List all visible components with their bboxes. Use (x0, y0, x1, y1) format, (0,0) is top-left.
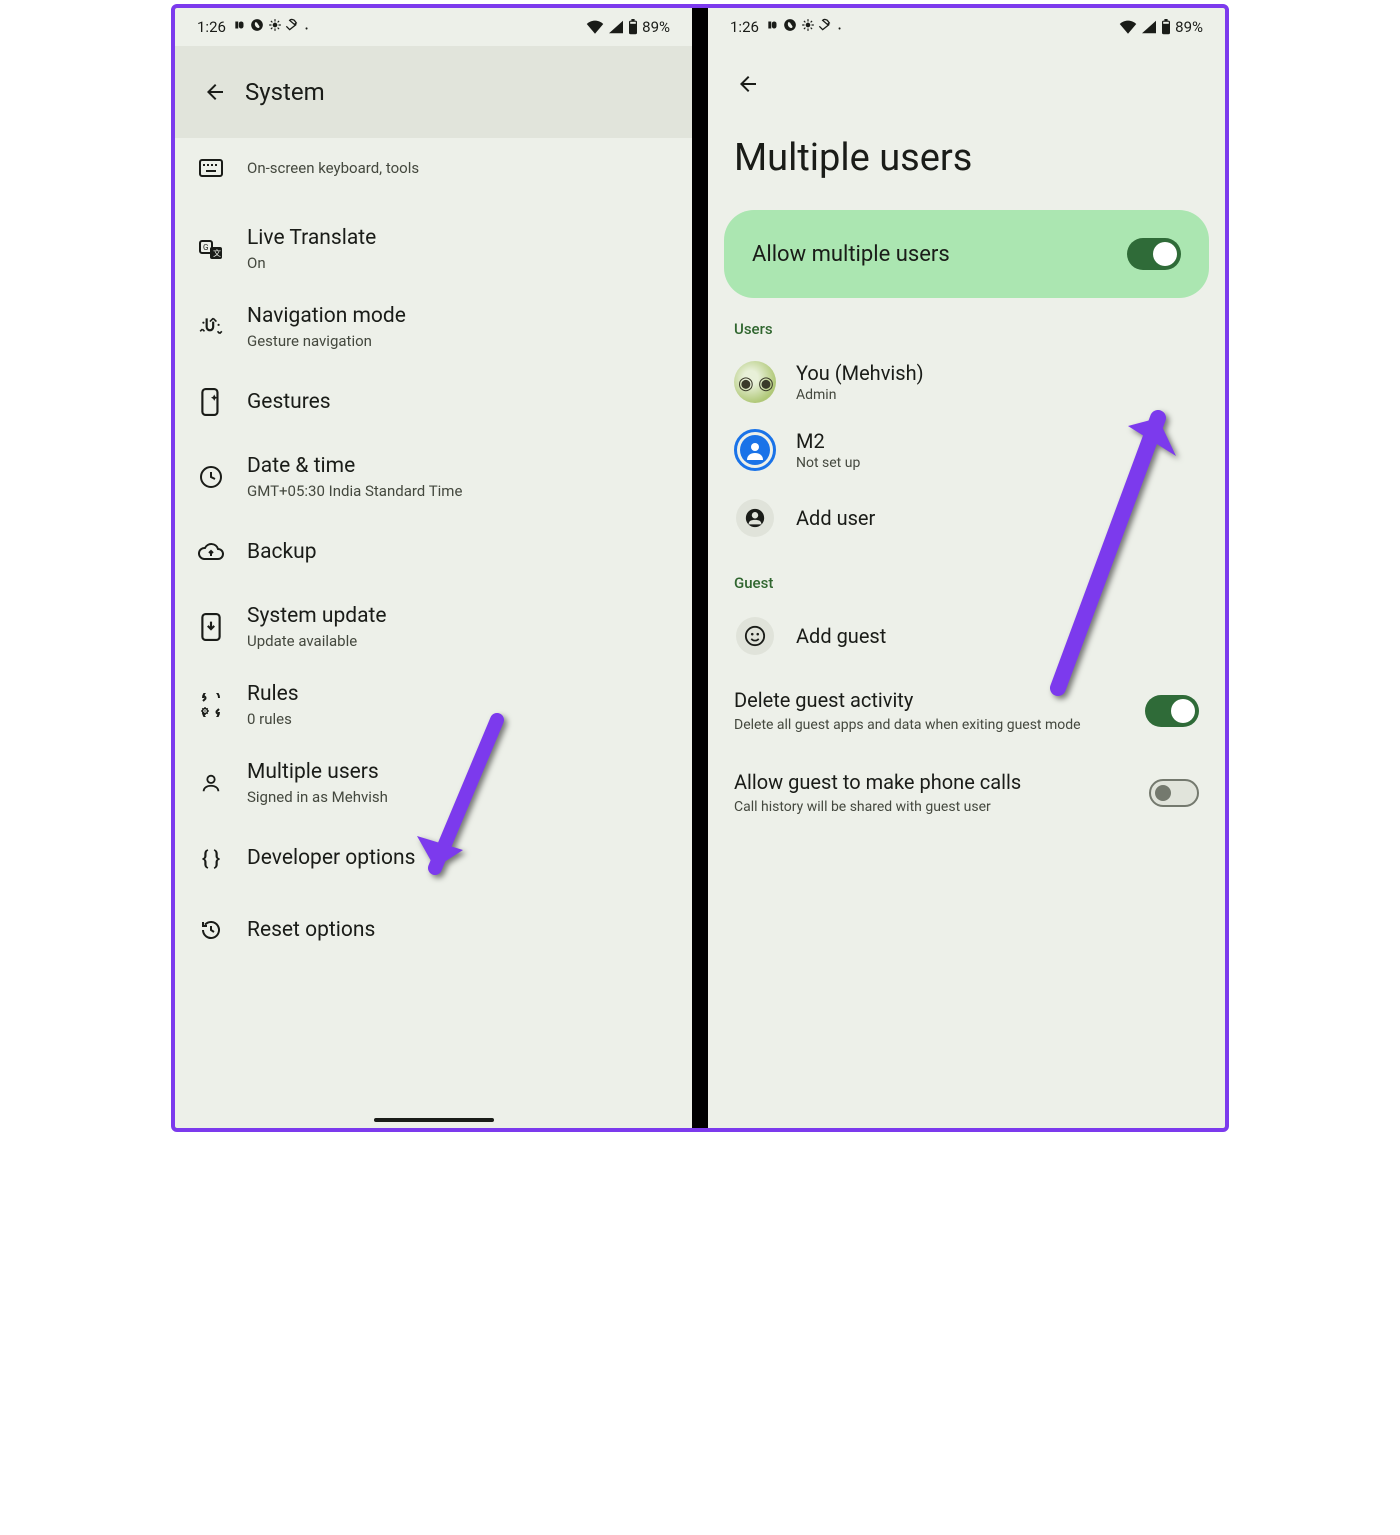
translate-icon: G文 (199, 237, 223, 261)
user-row-you[interactable]: You (Mehvish) Admin (708, 348, 1225, 416)
person-icon (200, 772, 222, 794)
user-row-m2[interactable]: M2 Not set up (708, 416, 1225, 484)
braces-icon: { } (202, 846, 220, 870)
user-title: M2 (796, 429, 860, 453)
setting-sub: 0 rules (247, 710, 299, 728)
setting-title: Rules (247, 682, 299, 706)
back-button[interactable] (726, 62, 770, 106)
phone-download-icon (201, 613, 221, 641)
allow-multiple-users-toggle[interactable] (1127, 238, 1181, 270)
allow-multiple-users-label: Allow multiple users (752, 242, 950, 267)
clock-icon (199, 465, 223, 489)
signal-icon (1141, 20, 1157, 34)
reset-icon (199, 918, 223, 942)
setting-row-rules[interactable]: Rules 0 rules (175, 666, 692, 744)
setting-title: Multiple users (247, 760, 388, 784)
setting-title: Delete guest activity (734, 688, 1131, 712)
phone-sparkle-icon (201, 388, 221, 416)
add-user-label: Add user (796, 506, 875, 530)
setting-row-developer[interactable]: { } Developer options (175, 822, 692, 894)
setting-row-live-translate[interactable]: G文 Live Translate On (175, 210, 692, 288)
add-user-row[interactable]: Add user (708, 484, 1225, 552)
setting-sub: On-screen keyboard, tools (247, 159, 419, 177)
setting-sub: On (247, 254, 376, 272)
setting-title: Navigation mode (247, 304, 406, 328)
svg-text:G: G (203, 243, 208, 252)
arrow-back-icon (203, 80, 227, 104)
setting-title: Allow guest to make phone calls (734, 770, 1135, 794)
setting-sub: Gesture navigation (247, 332, 406, 350)
nav-handle[interactable] (374, 1118, 494, 1122)
setting-row-keyboard[interactable]: On-screen keyboard, tools (175, 138, 692, 210)
guest-icon (736, 617, 774, 655)
battery-text: 89% (642, 18, 670, 36)
app-bar: System (175, 46, 692, 138)
setting-title: Backup (247, 540, 317, 564)
setting-sub: Update available (247, 632, 387, 650)
avatar (734, 361, 776, 403)
status-bar: 1:26 • 89% (175, 8, 692, 46)
status-icons-left: • (766, 18, 841, 36)
setting-title: Gestures (247, 390, 331, 414)
status-time: 1:26 (730, 18, 759, 36)
setting-title: Live Translate (247, 226, 376, 250)
rules-icon (199, 693, 223, 717)
settings-list: On-screen keyboard, tools G文 Live Transl… (175, 138, 692, 984)
status-bar: 1:26 • 89% (708, 8, 1225, 46)
user-sub: Not set up (796, 455, 860, 471)
swipe-icon (198, 314, 224, 340)
setting-row-multiple-users[interactable]: Multiple users Signed in as Mehvish (175, 744, 692, 822)
add-guest-label: Add guest (796, 624, 886, 648)
setting-sub: Signed in as Mehvish (247, 788, 388, 806)
status-time: 1:26 (197, 18, 226, 36)
add-user-icon (736, 499, 774, 537)
delete-guest-toggle[interactable] (1145, 695, 1199, 727)
keyboard-icon (199, 159, 223, 177)
signal-icon (608, 20, 624, 34)
setting-row-reset[interactable]: Reset options (175, 894, 692, 966)
setting-title: Date & time (247, 454, 462, 478)
add-guest-row[interactable]: Add guest (708, 602, 1225, 670)
wifi-icon (1119, 20, 1137, 34)
screen-multiple-users: 1:26 • 89% Multiple users Allow multiple… (708, 8, 1225, 1128)
battery-icon (628, 19, 638, 35)
setting-row-system-update[interactable]: System update Update available (175, 588, 692, 666)
status-icons-left: • (233, 18, 308, 36)
guest-phone-toggle[interactable] (1149, 779, 1199, 807)
wifi-icon (586, 20, 604, 34)
setting-title: Reset options (247, 918, 375, 942)
delete-guest-activity-row[interactable]: Delete guest activity Delete all guest a… (708, 670, 1225, 752)
setting-row-gestures[interactable]: Gestures (175, 366, 692, 438)
svg-text:文: 文 (213, 248, 221, 258)
guest-section-header: Guest (708, 552, 1225, 602)
battery-icon (1161, 19, 1171, 35)
battery-text: 89% (1175, 18, 1203, 36)
allow-multiple-users-card[interactable]: Allow multiple users (724, 210, 1209, 298)
setting-row-date-time[interactable]: Date & time GMT+05:30 India Standard Tim… (175, 438, 692, 516)
page-title: System (245, 78, 325, 106)
guest-phone-calls-row[interactable]: Allow guest to make phone calls Call his… (708, 752, 1225, 834)
cloud-upload-icon (198, 542, 224, 562)
setting-title: Developer options (247, 846, 415, 870)
screen-system-settings: 1:26 • 89% System On-screen keyboard, (175, 8, 692, 1128)
setting-sub: Call history will be shared with guest u… (734, 798, 1084, 816)
setting-sub: Delete all guest apps and data when exit… (734, 716, 1084, 734)
user-title: You (Mehvish) (796, 361, 924, 385)
avatar (734, 429, 776, 471)
setting-title: System update (247, 604, 387, 628)
user-sub: Admin (796, 387, 924, 403)
users-section-header: Users (708, 298, 1225, 348)
setting-sub: GMT+05:30 India Standard Time (247, 482, 462, 500)
page-title: Multiple users (708, 106, 1225, 210)
setting-row-navigation[interactable]: Navigation mode Gesture navigation (175, 288, 692, 366)
arrow-back-icon (736, 72, 760, 96)
back-button[interactable] (193, 70, 237, 114)
setting-row-backup[interactable]: Backup (175, 516, 692, 588)
